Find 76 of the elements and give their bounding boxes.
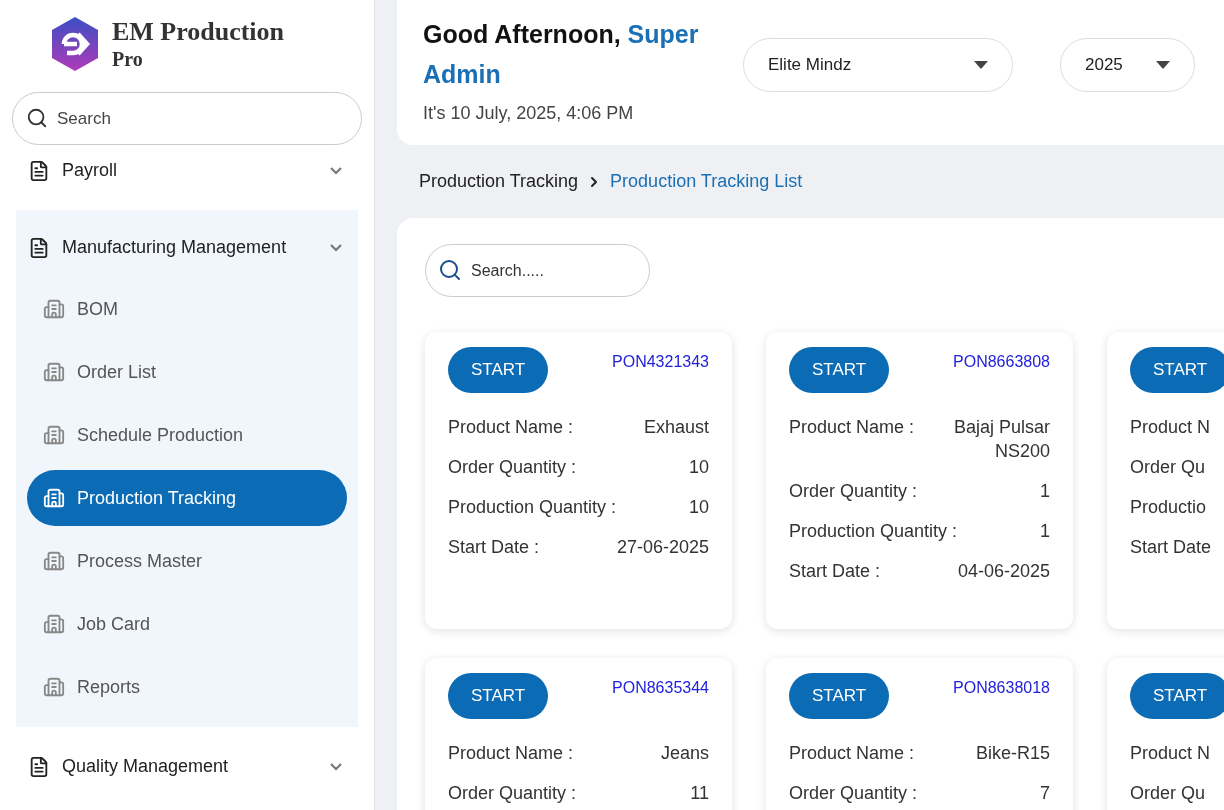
sidebar-group[interactable]: Manufacturing Management xyxy=(20,222,354,273)
search-icon xyxy=(26,107,48,129)
sidebar-group[interactable]: Payroll xyxy=(20,145,354,196)
building-icon xyxy=(43,361,65,383)
field-value: 7 xyxy=(1040,782,1050,805)
logo-icon xyxy=(49,16,100,72)
field-value: 10 xyxy=(688,496,709,519)
field-value: 11 xyxy=(690,782,709,805)
order-number: PON8638018 xyxy=(953,678,1050,698)
field-label: Start Date : xyxy=(789,560,881,583)
building-icon xyxy=(43,613,65,635)
field-label: Production Quantity : xyxy=(448,496,617,519)
chevron-down-icon xyxy=(330,166,342,175)
field-label: Start Date xyxy=(1130,536,1212,559)
greeting: Good Afternoon, Super Admin xyxy=(423,19,700,90)
start-button[interactable]: START xyxy=(789,673,889,719)
start-button[interactable]: START xyxy=(1130,673,1224,719)
brand-edition: Pro xyxy=(111,49,144,69)
document-icon xyxy=(28,236,50,259)
building-icon xyxy=(43,298,65,320)
sidebar-item[interactable]: Process Master xyxy=(27,533,347,589)
sidebar-item[interactable]: Reports xyxy=(27,659,347,715)
start-button[interactable]: START xyxy=(1130,347,1224,393)
field-value: 27-06-2025 xyxy=(616,536,709,559)
field-value: 1 xyxy=(1040,520,1050,543)
caret-icon xyxy=(1156,61,1170,69)
field-label: Product Name : xyxy=(448,416,574,439)
field-value: Jeans xyxy=(660,742,709,765)
sidebar-group[interactable]: Quality Management xyxy=(20,741,354,792)
field-label: Product Name : xyxy=(789,742,915,765)
field-label: Productio xyxy=(1130,496,1207,519)
field-label: Order Quantity : xyxy=(789,480,918,503)
sidebar-item[interactable]: Production Tracking xyxy=(27,470,347,526)
field-label: Order Quantity : xyxy=(448,456,577,479)
field-label: Order Qu xyxy=(1130,456,1206,479)
field-value: 1 xyxy=(1040,480,1050,503)
field-label: Product N xyxy=(1130,742,1211,765)
field-label: Product N xyxy=(1130,416,1211,439)
field-value: 10 xyxy=(688,456,709,479)
field-label: Product Name : xyxy=(789,416,915,439)
field-value: Bajaj Pulsar NS200 xyxy=(952,416,1050,463)
document-icon xyxy=(28,159,50,182)
start-button[interactable]: START xyxy=(789,347,889,393)
breadcrumb-link[interactable]: Production Tracking List xyxy=(610,168,803,195)
list-search-field[interactable]: Search..... xyxy=(425,244,650,297)
search-icon xyxy=(438,258,462,282)
search-field[interactable]: Search xyxy=(12,92,362,145)
building-icon xyxy=(43,676,65,698)
sidebar-item[interactable]: BOM xyxy=(27,281,347,337)
building-icon xyxy=(43,550,65,572)
date-line: It's 10 July, 2025, 4:06 PM xyxy=(423,102,635,125)
order-number: PON8663808 xyxy=(953,352,1050,372)
field-value: 04-06-2025 xyxy=(957,560,1050,583)
caret-icon xyxy=(974,61,988,69)
building-icon xyxy=(43,424,65,446)
order-number: PON8635344 xyxy=(612,678,709,698)
field-label: Production Quantity : xyxy=(789,520,958,543)
sidebar-item[interactable]: Schedule Production xyxy=(27,407,347,463)
start-button[interactable]: START xyxy=(448,347,548,393)
field-label: Order Quantity : xyxy=(448,782,577,805)
document-icon xyxy=(28,755,50,778)
field-value: Bike-R15 xyxy=(975,742,1050,765)
field-label: Start Date : xyxy=(448,536,540,559)
sidebar-item[interactable]: Job Card xyxy=(27,596,347,652)
field-label: Product Name : xyxy=(448,742,574,765)
start-button[interactable]: START xyxy=(448,673,548,719)
sidebar-item[interactable]: Order List xyxy=(27,344,347,400)
breadcrumb-link[interactable]: Production Tracking xyxy=(419,168,579,195)
field-value: Exhaust xyxy=(643,416,709,439)
building-icon xyxy=(43,487,65,509)
brand-name: EM Production xyxy=(111,19,285,45)
chevron-down-icon xyxy=(330,243,342,252)
field-label: Order Quantity : xyxy=(789,782,918,805)
chevron-down-icon xyxy=(330,762,342,771)
field-label: Order Qu xyxy=(1130,782,1206,805)
order-number: PON4321343 xyxy=(612,352,709,372)
